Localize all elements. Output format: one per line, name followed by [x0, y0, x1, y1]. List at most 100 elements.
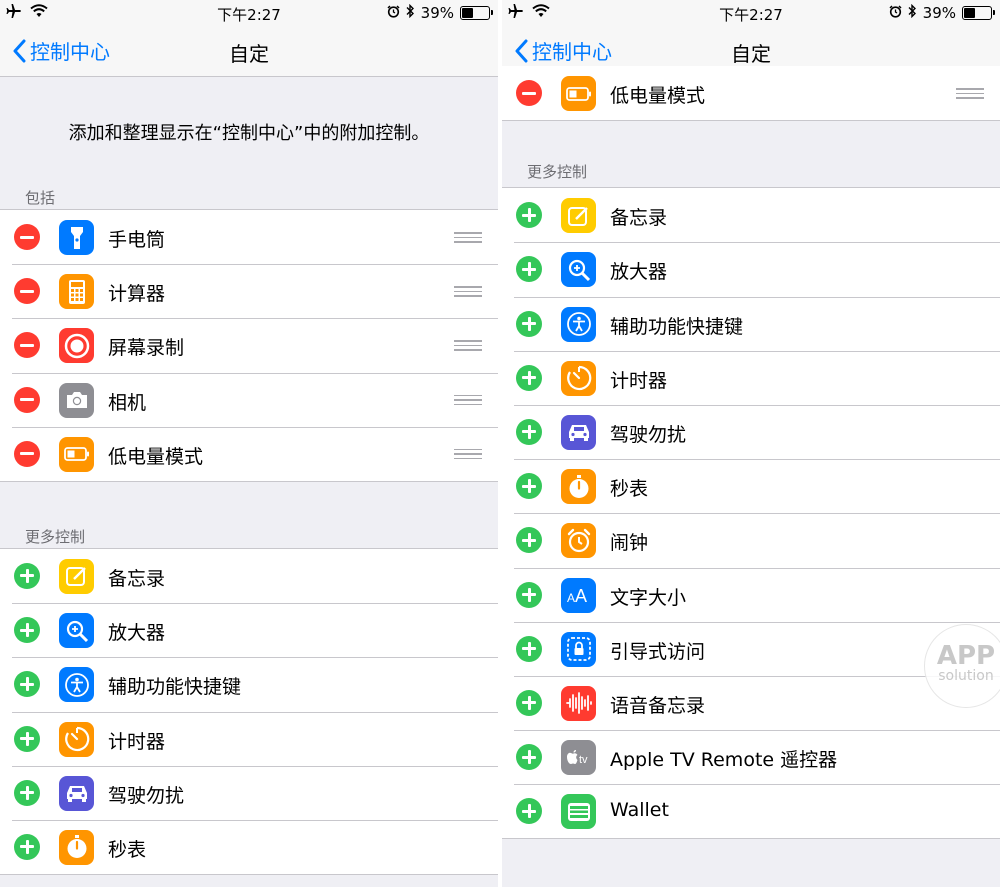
- list-item[interactable]: tv Apple TV Remote 遥控器: [502, 730, 1000, 784]
- magnifier-icon: [561, 252, 596, 288]
- more-controls-group: 备忘录 放大器辅助功能快捷键 计时器驾驶勿扰秒表: [0, 547, 498, 876]
- add-button[interactable]: [516, 310, 542, 337]
- list-item[interactable]: 相机: [0, 372, 498, 427]
- svg-text:tv: tv: [579, 754, 588, 766]
- item-label: 辅助功能快捷键: [610, 315, 744, 338]
- timer-icon: [59, 721, 94, 757]
- list-item[interactable]: 辅助功能快捷键: [0, 657, 498, 711]
- included-group: 手电筒 计算器 屏幕录制相机低电量模式: [0, 209, 498, 482]
- right-screen: 下午2:27 39% 控制中心 自定 低电量模式 更多控制 备忘录 放大器 辅助功能…: [502, 0, 1000, 887]
- reorder-handle-icon[interactable]: [956, 88, 984, 99]
- remove-button[interactable]: [14, 278, 40, 305]
- list-item[interactable]: 计时器: [0, 711, 498, 766]
- car-icon: [561, 414, 596, 450]
- add-button[interactable]: [14, 617, 40, 644]
- list-item[interactable]: 放大器: [0, 603, 498, 657]
- remove-button[interactable]: [516, 80, 542, 106]
- list-item[interactable]: A A 文字大小: [502, 567, 1000, 622]
- item-label: 辅助功能快捷键: [108, 676, 242, 699]
- add-button[interactable]: [14, 671, 40, 698]
- car-icon: [59, 775, 94, 811]
- item-label: 秒表: [610, 478, 649, 501]
- list-item[interactable]: 屏幕录制: [0, 318, 498, 372]
- list-item[interactable]: 备忘录: [502, 188, 1000, 242]
- notes-icon: [59, 558, 94, 594]
- list-item[interactable]: Wallet: [502, 784, 1000, 838]
- list-item[interactable]: 秒表: [502, 459, 1000, 513]
- apple-tv-icon: tv: [561, 740, 596, 776]
- alarm-status-icon: [387, 4, 400, 22]
- item-label: 低电量模式: [108, 445, 204, 468]
- list-item[interactable]: 低电量模式: [502, 66, 1000, 120]
- reorder-handle-icon[interactable]: [454, 232, 482, 243]
- list-item[interactable]: 计算器: [0, 264, 498, 318]
- reorder-handle-icon[interactable]: [454, 448, 482, 460]
- item-label: 放大器: [610, 261, 668, 284]
- list-item[interactable]: 闹钟: [502, 513, 1000, 567]
- list-item[interactable]: 语音备忘录: [502, 675, 1000, 730]
- status-bar: 下午2:27 39%: [0, 0, 498, 26]
- bluetooth-icon: [406, 3, 415, 22]
- add-button[interactable]: [516, 364, 542, 391]
- svg-text:A: A: [567, 591, 575, 605]
- status-bar: 下午2:27 39%: [502, 0, 1000, 26]
- list-item[interactable]: 辅助功能快捷键: [502, 296, 1000, 351]
- navigation-bar: 控制中心 自定: [0, 26, 498, 77]
- item-label: 低电量模式: [610, 85, 706, 107]
- voice-memo-icon: [561, 685, 596, 721]
- watermark-logo: APP solution: [924, 624, 1000, 708]
- camera-icon: [59, 382, 94, 418]
- item-label: 计时器: [108, 730, 166, 753]
- add-button[interactable]: [516, 744, 542, 771]
- list-item[interactable]: 低电量模式: [0, 426, 498, 481]
- guided-access-icon: [561, 631, 596, 667]
- remove-button[interactable]: [14, 224, 40, 250]
- reorder-handle-icon[interactable]: [454, 340, 482, 351]
- add-button[interactable]: [516, 689, 542, 716]
- item-label: 相机: [108, 391, 147, 414]
- battery-icon: [460, 6, 493, 20]
- calculator-icon: [59, 274, 94, 310]
- add-button[interactable]: [516, 202, 542, 229]
- remove-button[interactable]: [14, 332, 40, 359]
- text-size-icon: AA: [561, 577, 596, 613]
- battery-percent: 39%: [420, 4, 454, 22]
- list-item[interactable]: 秒表: [0, 819, 498, 874]
- add-button[interactable]: [516, 798, 542, 825]
- list-item[interactable]: 驾驶勿扰: [0, 765, 498, 820]
- bluetooth-icon: [908, 3, 917, 22]
- add-button[interactable]: [516, 581, 542, 608]
- section-header-included: 包括: [25, 189, 56, 207]
- item-label: 驾驶勿扰: [108, 784, 185, 807]
- battery-icon: [59, 436, 94, 472]
- more-controls-group: 备忘录 放大器 辅助功能快捷键 计时器 驾驶勿扰 秒表 闹钟 A A 文字大小 引导式访问 语音备忘录…: [502, 187, 1000, 840]
- add-button[interactable]: [14, 833, 40, 860]
- add-button[interactable]: [516, 418, 542, 445]
- item-label: 备忘录: [610, 207, 668, 230]
- add-button[interactable]: [516, 473, 542, 500]
- add-button[interactable]: [14, 725, 40, 752]
- list-item[interactable]: 驾驶勿扰: [502, 404, 1000, 459]
- list-item[interactable]: 计时器: [502, 350, 1000, 405]
- reorder-handle-icon[interactable]: [454, 394, 482, 406]
- list-item[interactable]: 手电筒: [0, 210, 498, 264]
- reorder-handle-icon[interactable]: [454, 286, 482, 297]
- svg-text:A: A: [575, 586, 587, 606]
- list-item[interactable]: 备忘录: [0, 549, 498, 603]
- battery-icon: [561, 76, 596, 111]
- add-button[interactable]: [516, 527, 542, 554]
- item-label: 计时器: [610, 369, 668, 392]
- add-button[interactable]: [516, 635, 542, 662]
- remove-button[interactable]: [14, 386, 40, 413]
- add-button[interactable]: [516, 256, 542, 283]
- add-button[interactable]: [14, 562, 40, 589]
- left-screen: 下午2:27 39% 控制中心 自定 添加和整理显示在“控制中心”中的附加控制。…: [0, 0, 498, 887]
- timer-icon: [561, 360, 596, 396]
- list-item[interactable]: 放大器: [502, 242, 1000, 296]
- add-button[interactable]: [14, 779, 40, 806]
- item-label: Wallet: [610, 799, 669, 822]
- magnifier-icon: [59, 613, 94, 649]
- item-label: 秒表: [108, 838, 147, 861]
- screen-record-icon: [59, 328, 94, 364]
- remove-button[interactable]: [14, 440, 40, 467]
